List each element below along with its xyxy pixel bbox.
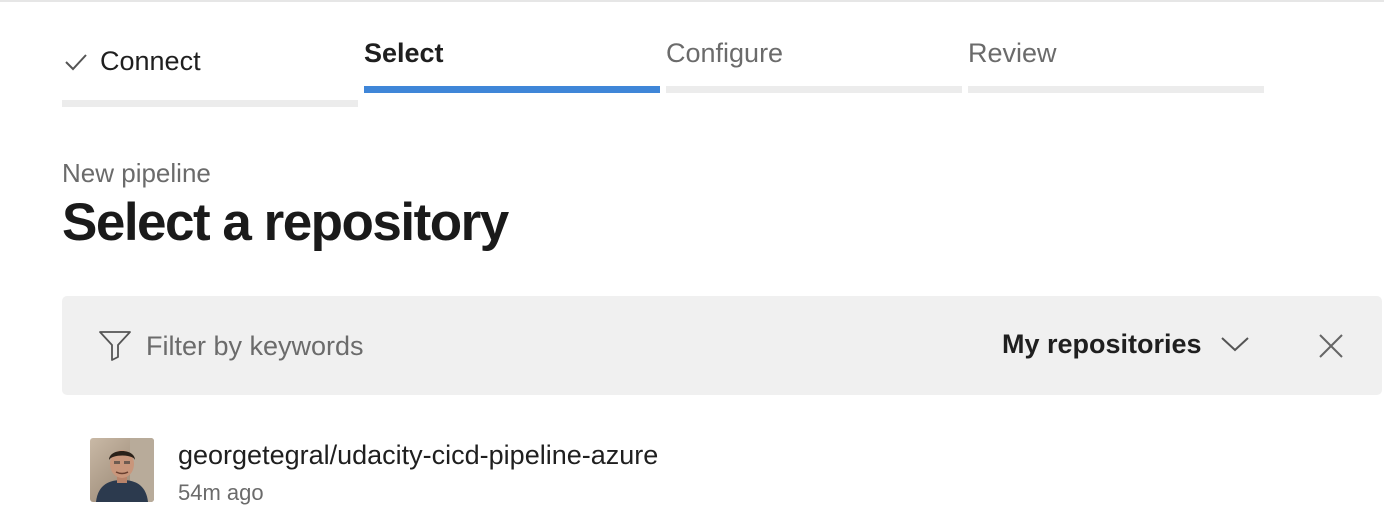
repository-list-item[interactable]: georgetegral/udacity-cicd-pipeline-azure… (62, 420, 1382, 520)
step-review-label: Review (968, 38, 1057, 68)
step-connect-label: Connect (100, 46, 201, 76)
step-select-progress-bar (364, 86, 660, 93)
page-title: Select a repository (62, 193, 509, 252)
repository-scope-label: My repositories (1002, 328, 1202, 359)
checkmark-icon (65, 53, 87, 70)
filter-icon (99, 331, 131, 361)
avatar (90, 438, 154, 502)
filter-bar: My repositories (62, 296, 1382, 395)
step-select-label: Select (364, 38, 444, 68)
close-icon[interactable] (1318, 333, 1344, 359)
chevron-down-icon (1220, 337, 1249, 352)
top-divider (0, 0, 1384, 2)
page-subtitle: New pipeline (62, 158, 211, 188)
step-configure-progress-bar (666, 86, 962, 93)
step-connect-progress-bar (62, 100, 358, 107)
step-configure-label: Configure (666, 38, 784, 68)
filter-keywords-input[interactable] (146, 326, 846, 366)
repository-updated-time: 54m ago (178, 480, 264, 505)
repository-name: georgetegral/udacity-cicd-pipeline-azure (178, 440, 659, 470)
step-review-progress-bar (968, 86, 1264, 93)
repository-scope-dropdown[interactable]: My repositories (1002, 324, 1250, 364)
